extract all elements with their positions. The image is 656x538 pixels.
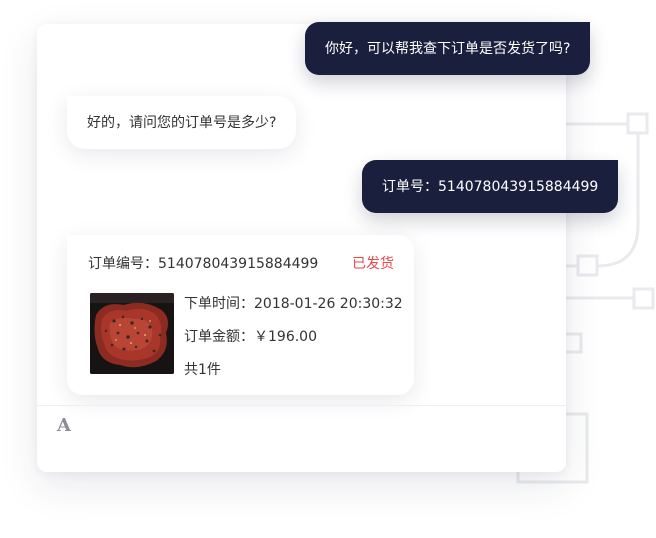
order-card[interactable]: 订单编号：514078043915884499 已发货 下单时间：2018-01… (67, 235, 414, 395)
chat-demo: 你好，可以帮我查下订单是否发货了吗? 好的，请问您的订单号是多少? 订单号：51… (0, 0, 656, 538)
order-time: 下单时间：2018-01-26 20:30:32 (184, 296, 403, 312)
user-message: 订单号：514078043915884499 (362, 160, 619, 213)
order-status: 已发货 (352, 256, 394, 272)
product-thumbnail (90, 293, 174, 374)
agent-message: 好的，请问您的订单号是多少? (67, 96, 297, 149)
font-style-icon[interactable]: A (57, 416, 75, 436)
input-divider (37, 405, 566, 406)
message-text: 你好，可以帮我查下订单是否发货了吗? (325, 40, 571, 57)
order-amount: 订单金额：￥196.00 (184, 329, 317, 345)
order-number: 订单编号：514078043915884499 (88, 256, 319, 272)
user-message: 你好，可以帮我查下订单是否发货了吗? (305, 22, 591, 75)
steak-photo-icon (90, 293, 174, 374)
order-quantity: 共1件 (184, 362, 221, 378)
message-text: 订单号：514078043915884499 (382, 178, 599, 195)
message-text: 好的，请问您的订单号是多少? (87, 114, 277, 131)
